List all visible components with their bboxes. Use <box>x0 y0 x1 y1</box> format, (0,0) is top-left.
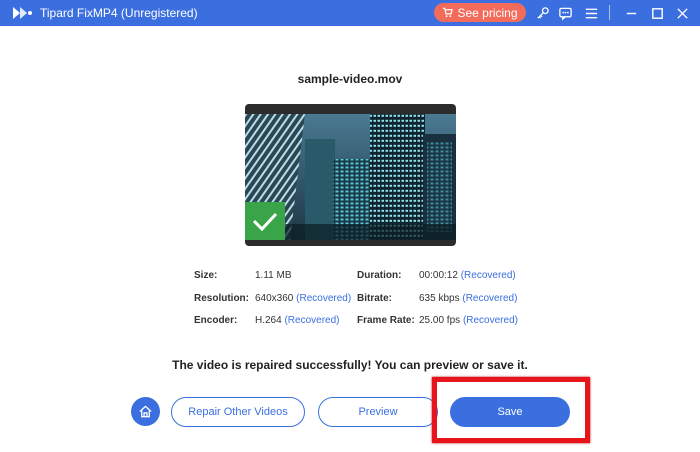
encoder-value-text: H.264 <box>255 315 282 326</box>
resolution-recovered: (Recovered) <box>296 293 352 304</box>
duration-label: Duration: <box>357 270 402 281</box>
bitrate-value-text: 635 kbps <box>419 293 460 304</box>
window-title: Tipard FixMP4 (Unregistered) <box>40 6 198 20</box>
app-logo-icon <box>13 7 32 19</box>
title-bar: Tipard FixMP4 (Unregistered) See pricing <box>0 0 700 26</box>
key-icon[interactable] <box>533 4 551 22</box>
bitrate-recovered: (Recovered) <box>462 293 518 304</box>
home-button[interactable] <box>131 397 160 426</box>
size-label: Size: <box>194 270 218 281</box>
size-value: 1.11 MB <box>255 270 292 281</box>
titlebar-divider <box>609 5 610 20</box>
menu-icon[interactable] <box>582 4 600 22</box>
home-icon <box>139 405 152 418</box>
encoder-label: Encoder: <box>194 315 238 326</box>
bitrate-value: 635 kbps (Recovered) <box>419 293 517 304</box>
video-preview[interactable] <box>245 104 456 246</box>
minimize-icon[interactable] <box>622 4 640 22</box>
duration-recovered: (Recovered) <box>460 270 516 281</box>
encoder-recovered: (Recovered) <box>284 315 340 326</box>
feedback-icon[interactable] <box>556 4 574 22</box>
resolution-value: 640x360 (Recovered) <box>255 293 351 304</box>
repaired-check-icon <box>245 202 285 240</box>
success-message: The video is repaired successfully! You … <box>172 358 528 372</box>
cart-icon <box>443 7 454 18</box>
framerate-recovered: (Recovered) <box>462 315 518 326</box>
encoder-value: H.264 (Recovered) <box>255 315 340 326</box>
framerate-value-text: 25.00 fps <box>419 315 461 326</box>
save-highlight-box <box>432 377 590 443</box>
maximize-icon[interactable] <box>648 4 666 22</box>
resolution-value-text: 640x360 <box>255 293 294 304</box>
duration-value-text: 00:00:12 <box>419 270 458 281</box>
see-pricing-label: See pricing <box>457 5 518 20</box>
repair-other-videos-button[interactable]: Repair Other Videos <box>171 397 305 427</box>
see-pricing-button[interactable]: See pricing <box>434 3 526 22</box>
resolution-label: Resolution: <box>194 293 249 304</box>
framerate-label: Frame Rate: <box>357 315 415 326</box>
preview-button[interactable]: Preview <box>318 397 438 427</box>
duration-value: 00:00:12 (Recovered) <box>419 270 516 281</box>
video-filename: sample-video.mov <box>297 72 403 86</box>
framerate-value: 25.00 fps (Recovered) <box>419 315 518 326</box>
bitrate-label: Bitrate: <box>357 293 393 304</box>
close-icon[interactable] <box>673 4 691 22</box>
